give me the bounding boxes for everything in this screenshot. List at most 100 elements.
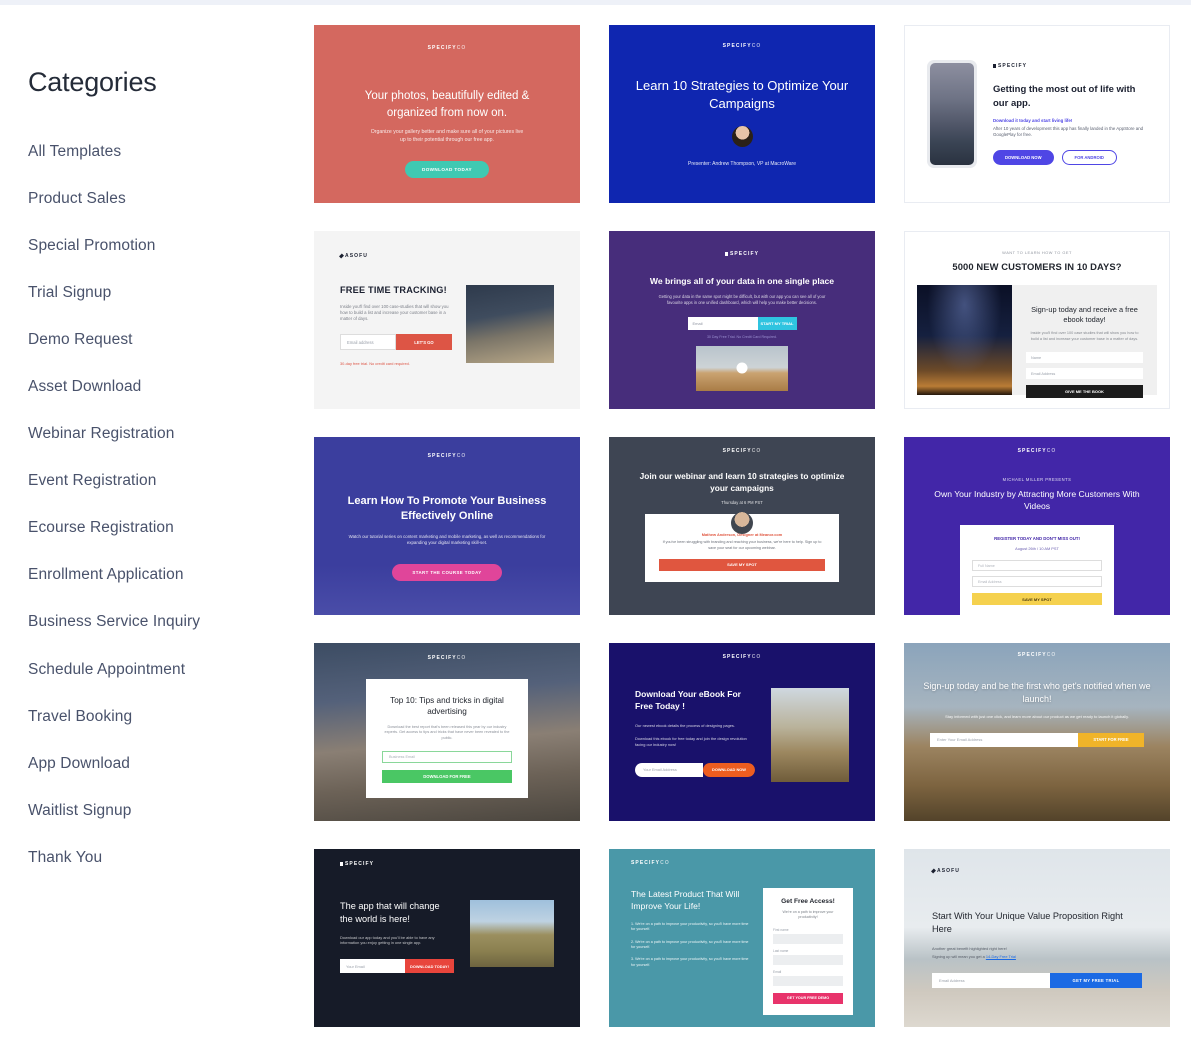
email-input[interactable]: Your Email (340, 959, 405, 973)
template-cta-button[interactable]: LET'S GO (396, 334, 452, 351)
sidebar-item-asset-download[interactable]: Asset Download (28, 378, 314, 395)
template-cta-button[interactable]: DOWNLOAD FOR FREE (382, 770, 512, 784)
template-card-promote-business-online[interactable]: SPECIFYCO Learn How To Promote Your Busi… (314, 437, 580, 615)
template-image (771, 688, 849, 782)
panel-headline: Sign-up today and receive a free ebook t… (1031, 304, 1138, 325)
template-cta-button[interactable]: DOWNLOAD TODAY (404, 161, 489, 179)
template-card-data-single-place[interactable]: SPECIFY We brings all of your data in on… (609, 231, 875, 409)
template-cta-button[interactable]: GIVE ME THE BOOK (1026, 385, 1143, 399)
play-icon[interactable] (736, 362, 748, 374)
template-card-5000-new-customers[interactable]: WANT TO LEARN HOW TO GET 5000 NEW CUSTOM… (904, 231, 1170, 409)
template-card-signup-notified-launch[interactable]: SPECIFYCO Sign-up today and be the first… (904, 643, 1170, 821)
template-gallery-page: Categories All Templates Product Sales S… (0, 0, 1191, 1027)
name-input[interactable]: Name (1026, 352, 1143, 364)
categories-sidebar: Categories All Templates Product Sales S… (0, 5, 314, 1027)
lastname-input[interactable] (773, 954, 843, 965)
email-input[interactable]: Email Address (932, 973, 1050, 988)
email-input[interactable] (773, 975, 843, 986)
panel-subtext: Inside you'll find over 100 case studies… (1030, 331, 1139, 341)
sidebar-item-trial-signup[interactable]: Trial Signup (28, 284, 314, 301)
sidebar-item-special-promotion[interactable]: Special Promotion (28, 237, 314, 254)
template-card-free-time-tracking[interactable]: ASOFU FREE TIME TRACKING! Inside you'll … (314, 231, 580, 409)
template-subtext: Organize your gallery better and make su… (370, 129, 524, 143)
firstname-label: First name (773, 927, 789, 932)
firstname-input[interactable] (773, 933, 843, 944)
template-cta-button[interactable]: SAVE MY SPOT (972, 593, 1102, 606)
template-logo: SPECIFYCO (1017, 652, 1057, 658)
template-card-app-change-the-world[interactable]: SPECIFY The app that will change the wor… (314, 849, 580, 1027)
template-subtext: Watch our tutorial series on content mar… (348, 533, 546, 546)
presenter-avatar (731, 125, 753, 147)
template-headline: Join our webinar and learn 10 strategies… (639, 471, 845, 493)
sidebar-item-webinar-registration[interactable]: Webinar Registration (28, 425, 314, 442)
panel-headline: REGISTER TODAY AND DON'T MISS OUT! (994, 536, 1080, 542)
template-headline: Getting the most out of life with our ap… (993, 84, 1136, 109)
template-card-learn-10-strategies[interactable]: SPECIFYCO Learn 10 Strategies to Optimiz… (609, 25, 875, 203)
template-footnote: 30-day free trial. No credit card requir… (340, 361, 410, 367)
template-logo: SPECIFYCO (631, 860, 670, 866)
template-cta-button[interactable]: START MY TRIAL (757, 316, 797, 330)
template-cta-button[interactable]: START FOR FREE (1078, 732, 1144, 747)
sidebar-item-thank-you[interactable]: Thank You (28, 849, 314, 866)
top-accent-strip (0, 0, 1191, 5)
template-image (466, 285, 554, 363)
template-cta-button[interactable]: DOWNLOAD TODAY! (405, 959, 454, 973)
sidebar-item-event-registration[interactable]: Event Registration (28, 472, 314, 489)
email-input[interactable]: Email Address (972, 576, 1102, 588)
email-input[interactable]: Your Email Address (635, 762, 703, 777)
template-headline: Own Your Industry by Attracting More Cus… (934, 489, 1140, 512)
template-image (470, 900, 554, 967)
template-logo: SPECIFY (631, 251, 853, 257)
free-trial-link[interactable]: 14-Day Free Trial (986, 954, 1016, 959)
panel-time: August 26th / 10 AM PST (1015, 546, 1059, 552)
webinar-time: Thursday at 6 PM PST (721, 500, 763, 506)
email-input[interactable]: Email address (340, 334, 396, 351)
template-card-top-10-tips-tricks[interactable]: SPECIFYCO Top 10: Tips and tricks in dig… (314, 643, 580, 821)
sidebar-item-enrollment-application[interactable]: Enrollment Application (28, 566, 314, 583)
template-subtext: Inside you'll find over 100 case-studies… (340, 303, 449, 321)
template-card-own-your-industry-videos[interactable]: SPECIFYCO MICHAEL MILLER PRESENTS Own Yo… (904, 437, 1170, 615)
template-cta-button[interactable]: START THE COURSE TODAY (392, 563, 502, 581)
template-logo: SPECIFY (993, 63, 1147, 69)
template-subtext: Getting your data in the same spot might… (658, 293, 826, 305)
fullname-input[interactable]: Full Name (972, 560, 1102, 572)
template-cta-button[interactable]: SAVE MY SPOT (659, 558, 825, 571)
template-headline: The app that will change the world is he… (340, 901, 440, 925)
sidebar-item-business-service-inquiry[interactable]: Business Service Inquiry (28, 613, 314, 630)
template-cta-primary[interactable]: DOWNLOAD NOW (993, 149, 1054, 165)
template-logo: SPECIFYCO (722, 43, 762, 49)
template-card-photos-organized[interactable]: SPECIFYCO Your photos, beautifully edite… (314, 25, 580, 203)
phone-mockup (927, 60, 977, 168)
email-input[interactable]: Email Address (1026, 368, 1143, 380)
sidebar-item-all-templates[interactable]: All Templates (28, 143, 314, 160)
lastname-label: Last name (773, 948, 789, 953)
template-cta-button[interactable]: GET MY FREE TRIAL (1050, 973, 1142, 988)
template-logo: SPECIFYCO (427, 453, 467, 459)
sidebar-item-travel-booking[interactable]: Travel Booking (28, 708, 314, 725)
template-card-join-our-webinar[interactable]: SPECIFYCO Join our webinar and learn 10 … (609, 437, 875, 615)
template-cta-button[interactable]: GET YOUR FREE DEMO (773, 992, 843, 1004)
template-subtext-1: Another great benefit highlighted right … (932, 945, 1007, 951)
template-card-unique-value-proposition[interactable]: ASOFU Start With Your Unique Value Propo… (904, 849, 1170, 1027)
sidebar-item-waitlist-signup[interactable]: Waitlist Signup (28, 802, 314, 819)
sidebar-item-demo-request[interactable]: Demo Request (28, 331, 314, 348)
presenter-label: Presenter: Andrew Thompson, VP at MacroW… (687, 160, 796, 167)
template-cta-button[interactable]: DOWNLOAD NOW (703, 762, 755, 777)
email-input[interactable]: Email (687, 316, 758, 330)
template-card-getting-most-out-of-life[interactable]: SPECIFY Getting the most out of life wit… (904, 25, 1170, 203)
email-input[interactable]: Enter Your Email Address (930, 732, 1078, 747)
template-image (917, 284, 1012, 395)
sidebar-item-app-download[interactable]: App Download (28, 755, 314, 772)
template-card-download-your-ebook[interactable]: SPECIFYCO Download Your eBook For Free T… (609, 643, 875, 821)
template-bullet-2: 2. We're on a path to improve your produ… (631, 939, 749, 949)
sidebar-item-product-sales[interactable]: Product Sales (28, 190, 314, 207)
speaker-avatar (731, 512, 753, 535)
template-logo: ASOFU (931, 868, 1142, 874)
template-card-latest-product-improve-life[interactable]: SPECIFYCO The Latest Product That Will I… (609, 849, 875, 1027)
email-input[interactable]: Business Email (382, 751, 512, 764)
sidebar-item-ecourse-registration[interactable]: Ecourse Registration (28, 519, 314, 536)
template-cta-secondary[interactable]: FOR ANDROID (1061, 149, 1117, 165)
sidebar-item-schedule-appointment[interactable]: Schedule Appointment (28, 661, 314, 678)
template-footnote: 30 Day Free Trial. No Credit Card Requir… (706, 334, 778, 339)
template-logo: SPECIFYCO (722, 654, 762, 660)
